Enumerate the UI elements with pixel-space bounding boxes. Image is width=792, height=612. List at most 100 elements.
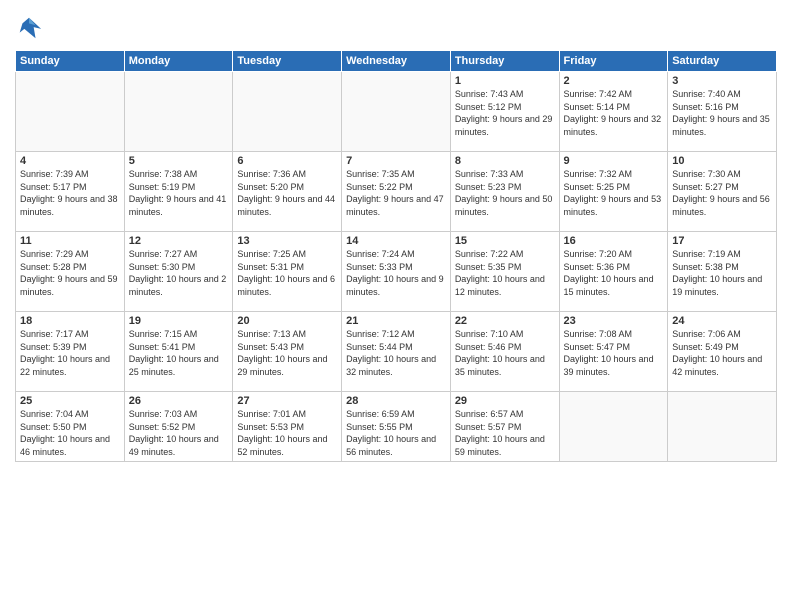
logo [15,14,47,42]
day-info: Sunrise: 7:39 AM Sunset: 5:17 PM Dayligh… [20,168,120,218]
day-number: 20 [237,315,337,327]
calendar-cell: 29Sunrise: 6:57 AM Sunset: 5:57 PM Dayli… [450,392,559,462]
day-info: Sunrise: 7:32 AM Sunset: 5:25 PM Dayligh… [564,168,664,218]
day-info: Sunrise: 7:22 AM Sunset: 5:35 PM Dayligh… [455,248,555,298]
day-number: 21 [346,315,446,327]
day-info: Sunrise: 7:01 AM Sunset: 5:53 PM Dayligh… [237,408,337,458]
day-info: Sunrise: 7:15 AM Sunset: 5:41 PM Dayligh… [129,328,229,378]
day-header-tuesday: Tuesday [233,51,342,72]
day-number: 27 [237,395,337,407]
day-number: 26 [129,395,229,407]
day-number: 5 [129,155,229,167]
day-header-sunday: Sunday [16,51,125,72]
calendar-cell: 11Sunrise: 7:29 AM Sunset: 5:28 PM Dayli… [16,232,125,312]
day-number: 1 [455,75,555,87]
calendar-cell [233,72,342,152]
day-number: 13 [237,235,337,247]
day-number: 25 [20,395,120,407]
calendar-cell: 3Sunrise: 7:40 AM Sunset: 5:16 PM Daylig… [668,72,777,152]
day-info: Sunrise: 7:35 AM Sunset: 5:22 PM Dayligh… [346,168,446,218]
day-number: 6 [237,155,337,167]
day-number: 29 [455,395,555,407]
calendar-cell: 2Sunrise: 7:42 AM Sunset: 5:14 PM Daylig… [559,72,668,152]
day-info: Sunrise: 7:40 AM Sunset: 5:16 PM Dayligh… [672,88,772,138]
calendar-cell [16,72,125,152]
day-info: Sunrise: 7:25 AM Sunset: 5:31 PM Dayligh… [237,248,337,298]
day-number: 9 [564,155,664,167]
calendar-cell [342,72,451,152]
calendar-cell: 18Sunrise: 7:17 AM Sunset: 5:39 PM Dayli… [16,312,125,392]
calendar-header-row: SundayMondayTuesdayWednesdayThursdayFrid… [16,51,777,72]
day-number: 28 [346,395,446,407]
header [15,10,777,42]
day-header-wednesday: Wednesday [342,51,451,72]
day-info: Sunrise: 7:33 AM Sunset: 5:23 PM Dayligh… [455,168,555,218]
calendar-cell: 13Sunrise: 7:25 AM Sunset: 5:31 PM Dayli… [233,232,342,312]
calendar-cell [124,72,233,152]
calendar-week-row: 11Sunrise: 7:29 AM Sunset: 5:28 PM Dayli… [16,232,777,312]
calendar-cell: 7Sunrise: 7:35 AM Sunset: 5:22 PM Daylig… [342,152,451,232]
day-info: Sunrise: 7:20 AM Sunset: 5:36 PM Dayligh… [564,248,664,298]
calendar-week-row: 1Sunrise: 7:43 AM Sunset: 5:12 PM Daylig… [16,72,777,152]
day-number: 10 [672,155,772,167]
calendar-cell: 24Sunrise: 7:06 AM Sunset: 5:49 PM Dayli… [668,312,777,392]
day-info: Sunrise: 7:12 AM Sunset: 5:44 PM Dayligh… [346,328,446,378]
day-info: Sunrise: 7:24 AM Sunset: 5:33 PM Dayligh… [346,248,446,298]
day-number: 19 [129,315,229,327]
day-info: Sunrise: 7:04 AM Sunset: 5:50 PM Dayligh… [20,408,120,458]
day-info: Sunrise: 7:36 AM Sunset: 5:20 PM Dayligh… [237,168,337,218]
day-number: 18 [20,315,120,327]
day-number: 22 [455,315,555,327]
day-info: Sunrise: 7:29 AM Sunset: 5:28 PM Dayligh… [20,248,120,298]
calendar-cell: 1Sunrise: 7:43 AM Sunset: 5:12 PM Daylig… [450,72,559,152]
calendar-cell: 26Sunrise: 7:03 AM Sunset: 5:52 PM Dayli… [124,392,233,462]
calendar-cell: 16Sunrise: 7:20 AM Sunset: 5:36 PM Dayli… [559,232,668,312]
day-number: 14 [346,235,446,247]
calendar-cell: 6Sunrise: 7:36 AM Sunset: 5:20 PM Daylig… [233,152,342,232]
day-number: 16 [564,235,664,247]
day-info: Sunrise: 7:17 AM Sunset: 5:39 PM Dayligh… [20,328,120,378]
day-number: 8 [455,155,555,167]
calendar-cell: 19Sunrise: 7:15 AM Sunset: 5:41 PM Dayli… [124,312,233,392]
day-info: Sunrise: 7:03 AM Sunset: 5:52 PM Dayligh… [129,408,229,458]
calendar-week-row: 25Sunrise: 7:04 AM Sunset: 5:50 PM Dayli… [16,392,777,462]
day-header-saturday: Saturday [668,51,777,72]
calendar-cell: 28Sunrise: 6:59 AM Sunset: 5:55 PM Dayli… [342,392,451,462]
day-info: Sunrise: 7:38 AM Sunset: 5:19 PM Dayligh… [129,168,229,218]
day-info: Sunrise: 7:27 AM Sunset: 5:30 PM Dayligh… [129,248,229,298]
day-number: 15 [455,235,555,247]
calendar-cell: 12Sunrise: 7:27 AM Sunset: 5:30 PM Dayli… [124,232,233,312]
day-number: 4 [20,155,120,167]
calendar-cell: 27Sunrise: 7:01 AM Sunset: 5:53 PM Dayli… [233,392,342,462]
day-header-monday: Monday [124,51,233,72]
calendar-cell: 9Sunrise: 7:32 AM Sunset: 5:25 PM Daylig… [559,152,668,232]
day-info: Sunrise: 7:30 AM Sunset: 5:27 PM Dayligh… [672,168,772,218]
day-info: Sunrise: 6:59 AM Sunset: 5:55 PM Dayligh… [346,408,446,458]
day-info: Sunrise: 7:42 AM Sunset: 5:14 PM Dayligh… [564,88,664,138]
day-number: 7 [346,155,446,167]
calendar-cell: 15Sunrise: 7:22 AM Sunset: 5:35 PM Dayli… [450,232,559,312]
calendar-cell [668,392,777,462]
day-number: 24 [672,315,772,327]
day-number: 3 [672,75,772,87]
calendar-cell: 17Sunrise: 7:19 AM Sunset: 5:38 PM Dayli… [668,232,777,312]
calendar-table: SundayMondayTuesdayWednesdayThursdayFrid… [15,50,777,462]
calendar-week-row: 4Sunrise: 7:39 AM Sunset: 5:17 PM Daylig… [16,152,777,232]
logo-bird-icon [15,14,43,42]
calendar-cell: 10Sunrise: 7:30 AM Sunset: 5:27 PM Dayli… [668,152,777,232]
day-info: Sunrise: 7:19 AM Sunset: 5:38 PM Dayligh… [672,248,772,298]
day-number: 12 [129,235,229,247]
day-number: 11 [20,235,120,247]
calendar-cell: 21Sunrise: 7:12 AM Sunset: 5:44 PM Dayli… [342,312,451,392]
day-info: Sunrise: 6:57 AM Sunset: 5:57 PM Dayligh… [455,408,555,458]
day-header-thursday: Thursday [450,51,559,72]
calendar-cell: 25Sunrise: 7:04 AM Sunset: 5:50 PM Dayli… [16,392,125,462]
calendar-cell [559,392,668,462]
day-info: Sunrise: 7:13 AM Sunset: 5:43 PM Dayligh… [237,328,337,378]
calendar-week-row: 18Sunrise: 7:17 AM Sunset: 5:39 PM Dayli… [16,312,777,392]
day-header-friday: Friday [559,51,668,72]
page-container: SundayMondayTuesdayWednesdayThursdayFrid… [0,0,792,612]
calendar-cell: 14Sunrise: 7:24 AM Sunset: 5:33 PM Dayli… [342,232,451,312]
calendar-cell: 22Sunrise: 7:10 AM Sunset: 5:46 PM Dayli… [450,312,559,392]
day-info: Sunrise: 7:43 AM Sunset: 5:12 PM Dayligh… [455,88,555,138]
